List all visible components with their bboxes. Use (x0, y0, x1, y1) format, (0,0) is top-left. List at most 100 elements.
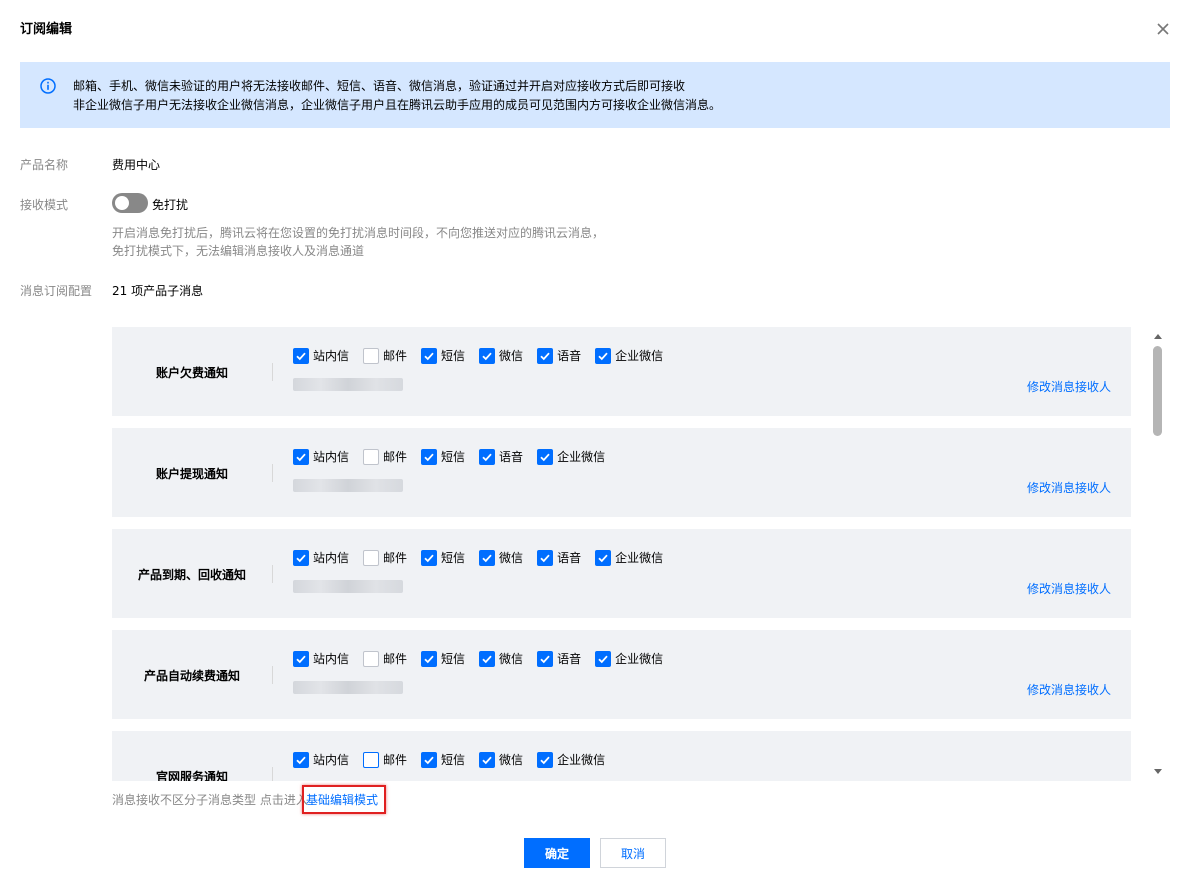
checkbox-checked-icon[interactable] (537, 347, 554, 364)
scroll-down-icon[interactable] (1154, 769, 1162, 774)
channel-label: 邮件 (383, 450, 408, 464)
checkbox-checked-icon[interactable] (421, 751, 438, 768)
channel-option[interactable]: 语音 (537, 347, 581, 364)
channel-option[interactable]: 企业微信 (537, 751, 605, 768)
channel-option[interactable]: 语音 (537, 650, 581, 667)
cancel-button[interactable]: 取消 (600, 838, 666, 868)
checkbox-checked-icon[interactable] (537, 751, 554, 768)
checkbox-unchecked-icon[interactable] (363, 650, 380, 667)
checkbox-checked-icon[interactable] (293, 549, 309, 566)
checkbox-checked-icon[interactable] (537, 650, 554, 667)
redacted-recipients (293, 378, 403, 391)
channel-option[interactable]: 微信 (479, 650, 523, 667)
card-title: 账户欠费通知 (155, 366, 228, 380)
channel-option[interactable]: 企业微信 (537, 448, 605, 465)
channel-option[interactable]: 短信 (421, 650, 465, 667)
checkbox-checked-icon[interactable] (421, 650, 438, 667)
card-title: 官网服务通知 (155, 770, 228, 781)
redacted-recipients (293, 580, 403, 593)
channel-option[interactable]: 语音 (479, 448, 523, 465)
channel-label: 站内信 (313, 652, 350, 666)
checkbox-checked-icon[interactable] (479, 549, 496, 566)
checkbox-checked-icon[interactable] (537, 549, 554, 566)
footer-hint: 消息接收不区分子消息类型 点击进入 (112, 793, 308, 807)
dnd-toggle[interactable] (112, 193, 148, 213)
checkbox-checked-icon[interactable] (537, 448, 554, 465)
channel-option[interactable]: 站内信 (293, 549, 349, 566)
channel-label: 站内信 (313, 551, 350, 565)
edit-recipients-link[interactable]: 修改消息接收人 (1027, 580, 1111, 597)
channel-option[interactable]: 企业微信 (595, 650, 663, 667)
redacted-recipients (293, 681, 403, 694)
channel-option[interactable]: 微信 (479, 347, 523, 364)
channel-option[interactable]: 短信 (421, 751, 465, 768)
channel-label: 短信 (441, 450, 466, 464)
channel-label: 站内信 (313, 349, 350, 363)
confirm-button[interactable]: 确定 (524, 838, 590, 868)
channel-label: 微信 (499, 652, 524, 666)
checkbox-unchecked-icon[interactable] (363, 448, 380, 465)
card-title: 产品到期、回收通知 (137, 568, 246, 582)
checkbox-unchecked-icon[interactable] (363, 751, 380, 768)
channel-option[interactable]: 站内信 (293, 650, 349, 667)
dnd-hint-2: 免打扰模式下，无法编辑消息接收人及消息通道 (112, 244, 365, 258)
divider (272, 767, 273, 781)
checkbox-checked-icon[interactable] (293, 448, 309, 465)
channel-options: 站内信 邮件 短信 微信 语音 企业微信 (293, 650, 677, 667)
channel-option[interactable]: 邮件 (363, 549, 407, 566)
checkbox-checked-icon[interactable] (595, 650, 612, 667)
channel-option[interactable]: 邮件 (363, 650, 407, 667)
edit-recipients-link[interactable]: 修改消息接收人 (1027, 378, 1111, 395)
checkbox-checked-icon[interactable] (293, 650, 309, 667)
channel-option[interactable]: 邮件 (363, 347, 407, 364)
channel-option[interactable]: 邮件 (363, 751, 407, 768)
config-value: 21 项产品子消息 (112, 284, 204, 298)
checkbox-checked-icon[interactable] (421, 448, 438, 465)
channel-option[interactable]: 微信 (479, 549, 523, 566)
channel-label: 语音 (557, 652, 582, 666)
checkbox-checked-icon[interactable] (293, 751, 309, 768)
channel-option[interactable]: 站内信 (293, 448, 349, 465)
checkbox-checked-icon[interactable] (479, 650, 496, 667)
subscription-card: 产品到期、回收通知 站内信 邮件 短信 微信 语音 企业微信修改消息接收人 (112, 529, 1131, 618)
checkbox-checked-icon[interactable] (595, 549, 612, 566)
notice-line-1: 邮箱、手机、微信未验证的用户将无法接收邮件、短信、语音、微信消息，验证通过并开启… (73, 79, 686, 93)
dnd-hint-1: 开启消息免打扰后，腾讯云将在您设置的免打扰消息时间段，不向您推送对应的腾讯云消息… (112, 226, 605, 240)
channel-label: 短信 (441, 349, 466, 363)
scroll-up-icon[interactable] (1154, 334, 1162, 339)
channel-label: 邮件 (383, 551, 408, 565)
channel-label: 企业微信 (557, 753, 606, 767)
product-label: 产品名称 (20, 158, 69, 172)
list-scrollbar[interactable] (1152, 330, 1164, 780)
channel-label: 企业微信 (615, 349, 664, 363)
checkbox-checked-icon[interactable] (479, 347, 496, 364)
checkbox-checked-icon[interactable] (479, 448, 496, 465)
channel-option[interactable]: 企业微信 (595, 549, 663, 566)
channel-option[interactable]: 企业微信 (595, 347, 663, 364)
checkbox-checked-icon[interactable] (421, 347, 438, 364)
channel-option[interactable]: 短信 (421, 448, 465, 465)
info-icon (40, 78, 56, 94)
channel-option[interactable]: 站内信 (293, 347, 349, 364)
edit-recipients-link[interactable]: 修改消息接收人 (1027, 479, 1111, 496)
channel-option[interactable]: 短信 (421, 347, 465, 364)
channel-option[interactable]: 站内信 (293, 751, 349, 768)
channel-label: 短信 (441, 551, 466, 565)
channel-label: 企业微信 (615, 551, 664, 565)
scroll-thumb[interactable] (1153, 346, 1162, 436)
channel-option[interactable]: 微信 (479, 751, 523, 768)
channel-option[interactable]: 短信 (421, 549, 465, 566)
close-icon[interactable] (1154, 20, 1172, 38)
channel-label: 短信 (441, 652, 466, 666)
checkbox-unchecked-icon[interactable] (363, 549, 380, 566)
checkbox-checked-icon[interactable] (421, 549, 438, 566)
edit-recipients-link[interactable]: 修改消息接收人 (1027, 681, 1111, 698)
channel-label: 微信 (499, 349, 524, 363)
checkbox-unchecked-icon[interactable] (363, 347, 380, 364)
checkbox-checked-icon[interactable] (479, 751, 496, 768)
channel-option[interactable]: 邮件 (363, 448, 407, 465)
checkbox-checked-icon[interactable] (293, 347, 309, 364)
channel-label: 微信 (499, 753, 524, 767)
channel-option[interactable]: 语音 (537, 549, 581, 566)
checkbox-checked-icon[interactable] (595, 347, 612, 364)
